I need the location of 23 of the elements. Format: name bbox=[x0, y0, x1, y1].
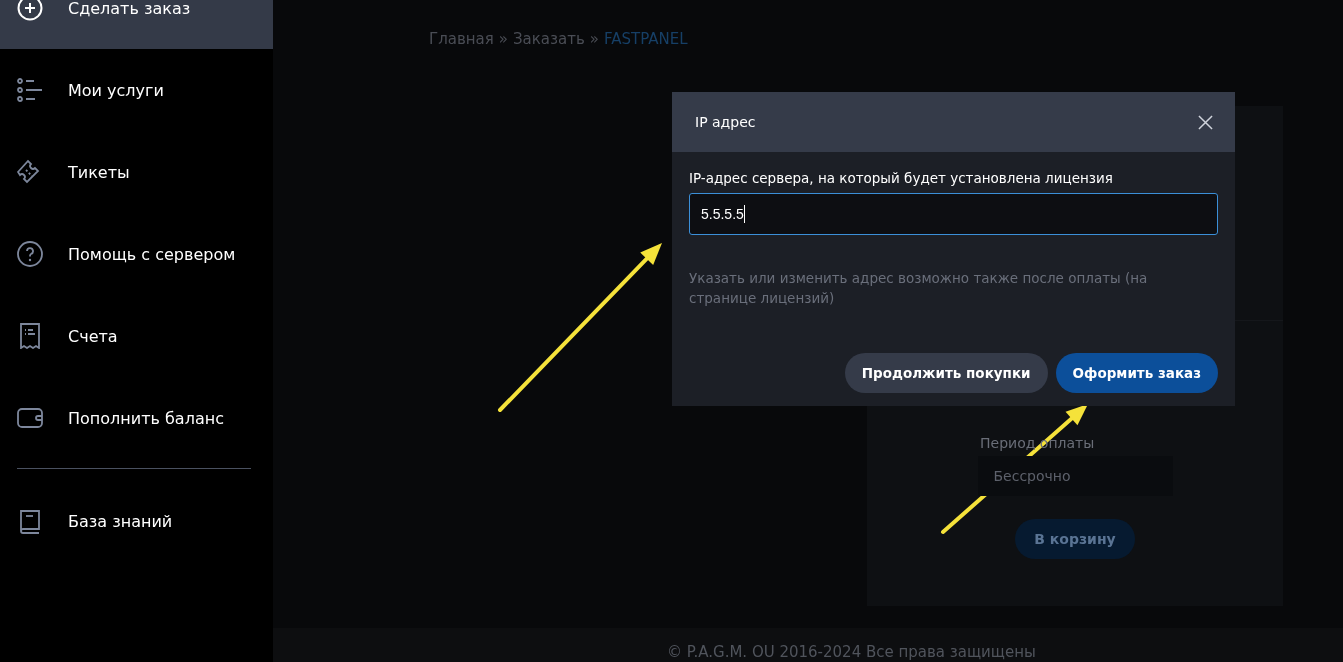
hint-text: Указать или изменить адрес возможно также после оплаты (на странице лицензий) bbox=[689, 269, 1149, 308]
field-label: IP-адрес сервера, на который будет установлена лицензия bbox=[689, 170, 1114, 186]
add-to-cart-button[interactable]: В корзину bbox=[1015, 519, 1135, 559]
book-icon bbox=[17, 508, 43, 534]
ip-input-field[interactable]: 5.5.5.5 bbox=[689, 193, 1218, 235]
wallet-icon bbox=[17, 405, 43, 431]
help-icon bbox=[17, 241, 43, 267]
continue-shopping-button[interactable]: Продолжить покупки bbox=[844, 353, 1048, 393]
close-icon[interactable] bbox=[1198, 114, 1213, 130]
sidebar-item[interactable]: Сделать заказ bbox=[0, 0, 273, 49]
sidebar-item[interactable]: База знаний bbox=[0, 480, 273, 562]
sidebar-item[interactable]: Счета bbox=[0, 295, 273, 377]
sidebar-item[interactable]: Помощь с сервером bbox=[0, 213, 273, 295]
sidebar-item[interactable]: Тикеты bbox=[0, 131, 273, 213]
breadcrumb-separator: » bbox=[498, 30, 508, 48]
modal-title: IP адрес bbox=[695, 114, 756, 130]
list-icon bbox=[17, 77, 43, 103]
sidebar-item[interactable]: Мои услуги bbox=[0, 49, 273, 131]
sidebar-item[interactable]: Пополнить баланс bbox=[0, 377, 273, 459]
checkout-button[interactable]: Оформить заказ bbox=[1055, 353, 1218, 393]
breadcrumb-separator: » bbox=[589, 30, 599, 48]
receipt-icon bbox=[17, 323, 43, 349]
copyright-text: © P.A.G.M. OU 2016-2024 Все права защищены bbox=[667, 643, 1036, 661]
